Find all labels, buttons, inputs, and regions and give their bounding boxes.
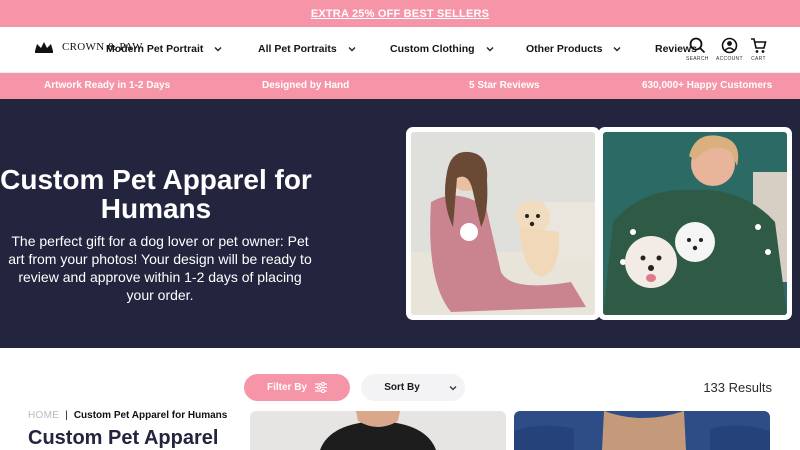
nav-label: Custom Clothing — [390, 43, 475, 55]
sliders-icon — [315, 382, 327, 393]
nav-custom-clothing[interactable]: Custom Clothing — [390, 43, 495, 55]
chevron-down-icon — [348, 47, 356, 52]
hero-description: The perfect gift for a dog lover or pet … — [8, 233, 312, 303]
breadcrumb-home[interactable]: HOME — [28, 410, 59, 421]
nav-all-pet-portraits[interactable]: All Pet Portraits — [258, 43, 357, 55]
nav-modern-pet-portrait[interactable]: Modern Pet Portrait — [106, 43, 223, 55]
filter-label: Filter By — [266, 382, 307, 393]
hero-photo-sweater — [598, 127, 792, 320]
cart-icon — [751, 38, 767, 53]
hero-photo-hoodie — [406, 127, 600, 320]
nav-label: All Pet Portraits — [258, 43, 337, 55]
chevron-down-icon — [486, 47, 494, 52]
nav-label: Other Products — [526, 43, 603, 55]
woman-sweater-photo — [603, 132, 787, 315]
product-image — [250, 411, 506, 450]
promo-link[interactable]: EXTRA 25% OFF BEST SELLERS — [311, 8, 489, 20]
nav-label: Modern Pet Portrait — [106, 43, 204, 55]
chevron-down-icon — [449, 385, 457, 390]
account-button[interactable]: ACCOUNT — [716, 37, 743, 62]
trust-bar: Artwork Ready in 1-2 Days Designed by Ha… — [0, 73, 800, 99]
woman-with-dog-photo — [411, 132, 595, 315]
nav-other-products[interactable]: Other Products — [526, 43, 622, 55]
trust-item: 630,000+ Happy Customers — [642, 80, 773, 91]
results-number: 133 — [703, 380, 726, 395]
account-icon — [721, 37, 738, 54]
results-count: 133 Results — [703, 380, 772, 395]
results-label: Results — [728, 380, 772, 395]
breadcrumb: HOME | Custom Pet Apparel for Humans — [28, 410, 227, 421]
page-title: Custom Pet Apparel — [28, 427, 219, 449]
chevron-down-icon — [214, 47, 222, 52]
hero-title: Custom Pet Apparel for Humans — [0, 164, 312, 224]
trust-item: 5 Star Reviews — [469, 80, 540, 91]
sort-dropdown[interactable]: Sort By — [361, 374, 465, 401]
search-label: SEARCH — [686, 56, 709, 62]
product-image — [514, 411, 770, 450]
site-header: CROWN & PAW Modern Pet Portrait All Pet … — [0, 27, 800, 73]
product-card[interactable] — [514, 411, 770, 450]
cart-label: CART — [751, 56, 766, 62]
account-label: ACCOUNT — [716, 56, 743, 62]
breadcrumb-separator: | — [65, 410, 68, 421]
search-icon — [689, 37, 705, 54]
search-button[interactable]: SEARCH — [686, 37, 709, 62]
hero-banner: Custom Pet Apparel for Humans The perfec… — [0, 99, 800, 348]
sort-label: Sort By — [384, 382, 420, 393]
product-card[interactable] — [250, 411, 506, 450]
chevron-down-icon — [613, 47, 621, 52]
trust-item: Designed by Hand — [262, 80, 350, 91]
promo-bar: EXTRA 25% OFF BEST SELLERS — [0, 0, 800, 27]
filter-button[interactable]: Filter By — [244, 374, 350, 401]
breadcrumb-current: Custom Pet Apparel for Humans — [73, 410, 228, 421]
trust-item: Artwork Ready in 1-2 Days — [44, 80, 171, 91]
cart-button[interactable]: CART — [750, 37, 767, 62]
crown-icon — [35, 42, 53, 53]
